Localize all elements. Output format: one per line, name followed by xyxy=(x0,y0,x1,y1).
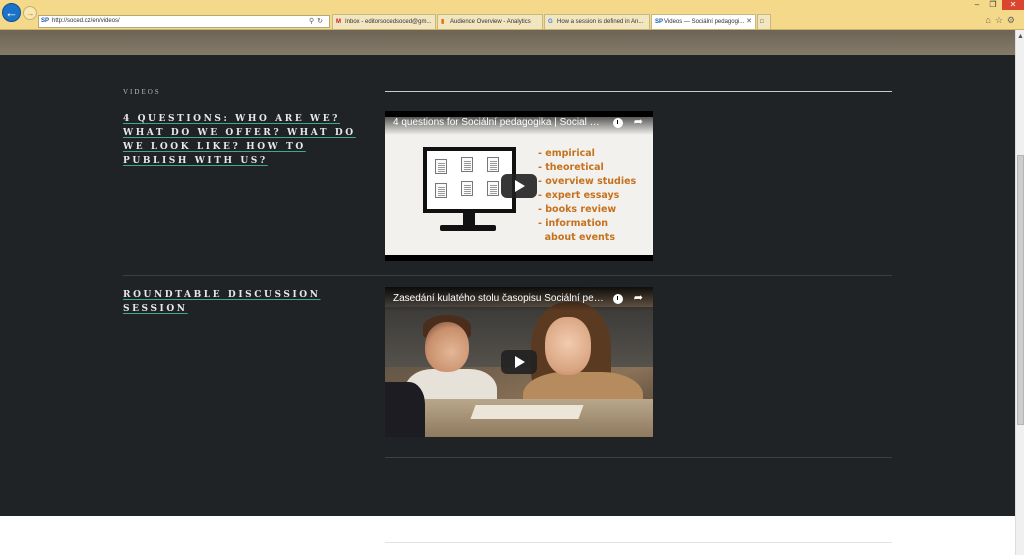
close-tab-icon[interactable]: ✕ xyxy=(746,15,752,29)
section-title: VIDEOS xyxy=(123,88,161,96)
tab-label: How a session is defined in An... xyxy=(557,19,644,25)
minimize-icon[interactable]: – xyxy=(970,0,984,10)
divider xyxy=(123,275,892,276)
divider xyxy=(385,542,892,543)
back-arrow-icon[interactable]: ← xyxy=(2,3,21,22)
tab-label: Videos — Sociální pedagogi... xyxy=(664,19,745,25)
video-title[interactable]: Zasedání kulatého stolu časopisu Sociáln… xyxy=(393,287,605,311)
browser-nav-icons: ⌂☆⚙ xyxy=(985,15,1019,26)
divider xyxy=(385,457,892,458)
video-player-4-questions[interactable]: - empirical - theoretical - overview stu… xyxy=(385,111,653,261)
page-header-band xyxy=(0,30,1015,55)
address-bar-icons: ⚲↻ xyxy=(309,16,326,27)
document-icon xyxy=(461,157,473,172)
home-icon[interactable]: ⌂ xyxy=(985,15,994,25)
thumbnail-bullet-list: - empirical - theoretical - overview stu… xyxy=(538,147,636,245)
watch-later-clock-icon[interactable] xyxy=(613,294,623,304)
share-arrow-icon[interactable]: ➦ xyxy=(634,115,643,128)
open-book xyxy=(470,405,584,419)
document-icon xyxy=(435,159,447,174)
bullet-item: - overview studies xyxy=(538,176,637,187)
bullet-item: - empirical xyxy=(538,148,595,159)
video-link-4-questions[interactable]: 4 QUESTIONS: WHO ARE WE? WHAT DO WE OFFE… xyxy=(123,112,363,168)
bullet-item: about events xyxy=(538,232,616,243)
bullet-item: - expert essays xyxy=(538,190,620,201)
settings-gear-icon[interactable]: ⚙ xyxy=(1007,15,1019,25)
document-icon xyxy=(435,183,447,198)
page-footer xyxy=(0,516,1015,555)
search-icon[interactable]: ⚲ xyxy=(309,18,317,25)
tab-inbox[interactable]: M Inbox - editorsocedsoced@gm... xyxy=(332,14,436,29)
video-player-roundtable[interactable]: Zasedání kulatého stolu časopisu Sociáln… xyxy=(385,287,653,437)
favorites-star-icon[interactable]: ☆ xyxy=(995,15,1007,25)
new-tab-icon: □ xyxy=(760,19,764,25)
monitor-base xyxy=(440,225,496,231)
document-icon xyxy=(487,181,499,196)
document-icon xyxy=(461,181,473,196)
watch-later-clock-icon[interactable] xyxy=(613,118,623,128)
gmail-icon: M xyxy=(336,19,341,25)
refresh-icon[interactable]: ↻ xyxy=(317,18,326,25)
address-bar[interactable]: SP http://soced.cz/en/videos/ ⚲↻ xyxy=(38,15,330,28)
forward-arrow-icon[interactable]: → xyxy=(23,6,37,20)
boy-face xyxy=(425,322,469,372)
vertical-scrollbar[interactable]: ▲ xyxy=(1015,30,1024,555)
bullet-item: - information xyxy=(538,218,609,229)
bullet-item: - theoretical xyxy=(538,162,604,173)
scrollbar-thumb[interactable] xyxy=(1017,155,1024,425)
browser-toolbar: ← → SP http://soced.cz/en/videos/ ⚲↻ M Inb… xyxy=(0,0,1024,30)
bullet-item: - books review xyxy=(538,204,617,215)
play-button-icon[interactable] xyxy=(501,174,537,198)
document-icon xyxy=(487,157,499,172)
address-url: http://soced.cz/en/videos/ xyxy=(52,18,120,24)
tab-google-search[interactable]: G How a session is defined in An... xyxy=(544,14,650,29)
close-window-icon[interactable]: ✕ xyxy=(1002,0,1024,10)
scroll-up-arrow-icon[interactable]: ▲ xyxy=(1016,33,1024,40)
divider xyxy=(385,91,892,92)
play-button-icon[interactable] xyxy=(501,350,537,374)
tab-analytics[interactable]: ▮ Audience Overview - Analytics xyxy=(437,14,543,29)
teacher-face xyxy=(545,317,591,375)
restore-icon[interactable]: ❐ xyxy=(986,0,1000,10)
google-icon: G xyxy=(548,19,553,25)
share-arrow-icon[interactable]: ➦ xyxy=(634,291,643,304)
new-tab-button[interactable]: □ xyxy=(757,14,771,29)
site-favicon-icon: SP xyxy=(41,18,50,24)
analytics-icon: ▮ xyxy=(441,19,445,25)
tab-label: Inbox - editorsocedsoced@gm... xyxy=(345,19,432,25)
tab-videos[interactable]: SPVideos — Sociální pedagogi... ✕ xyxy=(651,14,756,29)
tab-label: Audience Overview - Analytics xyxy=(450,19,531,25)
video-title[interactable]: 4 questions for Sociální pedagogika | So… xyxy=(393,111,605,135)
soced-icon: SP xyxy=(655,19,664,25)
video-link-roundtable[interactable]: ROUNDTABLE DISCUSSION SESSION xyxy=(123,288,363,316)
foreground-shadow xyxy=(385,382,425,437)
